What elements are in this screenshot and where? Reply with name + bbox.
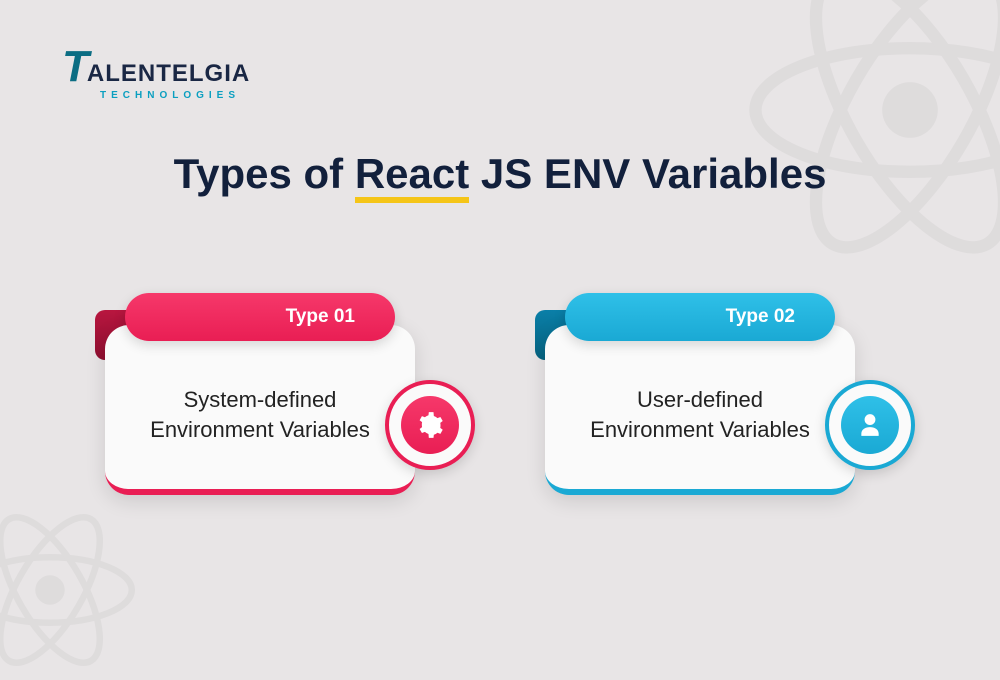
logo-mark: T	[62, 42, 87, 92]
bg-react-icon-large	[740, 0, 1000, 280]
card-label-ribbon: Type 02	[565, 293, 835, 341]
company-logo: T ALENTELGIA TECHNOLOGIES	[62, 42, 250, 101]
bg-react-icon-small	[0, 500, 140, 680]
card-text: User-defined Environment Variables	[575, 385, 825, 444]
card-body: System-defined Environment Variables	[105, 325, 415, 495]
logo-brand: ALENTELGIA	[87, 60, 250, 88]
title-underlined: React	[355, 150, 469, 203]
title-pre: Types of	[174, 150, 355, 197]
gear-icon	[401, 396, 459, 454]
card-label-ribbon: Type 01	[125, 293, 395, 341]
cards-container: Type 01 System-defined Environment Varia…	[0, 295, 1000, 505]
card-type-02: Type 02 User-defined Environment Variabl…	[545, 295, 895, 505]
card-label: Type 02	[726, 306, 795, 328]
page-title: Types of React JS ENV Variables	[0, 150, 1000, 198]
user-icon	[841, 396, 899, 454]
card-knob	[385, 380, 475, 470]
card-text: System-defined Environment Variables	[135, 385, 385, 444]
card-label: Type 01	[286, 306, 355, 328]
title-post: JS ENV Variables	[469, 150, 826, 197]
card-body: User-defined Environment Variables	[545, 325, 855, 495]
card-knob	[825, 380, 915, 470]
logo-tagline: TECHNOLOGIES	[100, 90, 240, 101]
card-type-01: Type 01 System-defined Environment Varia…	[105, 295, 455, 505]
